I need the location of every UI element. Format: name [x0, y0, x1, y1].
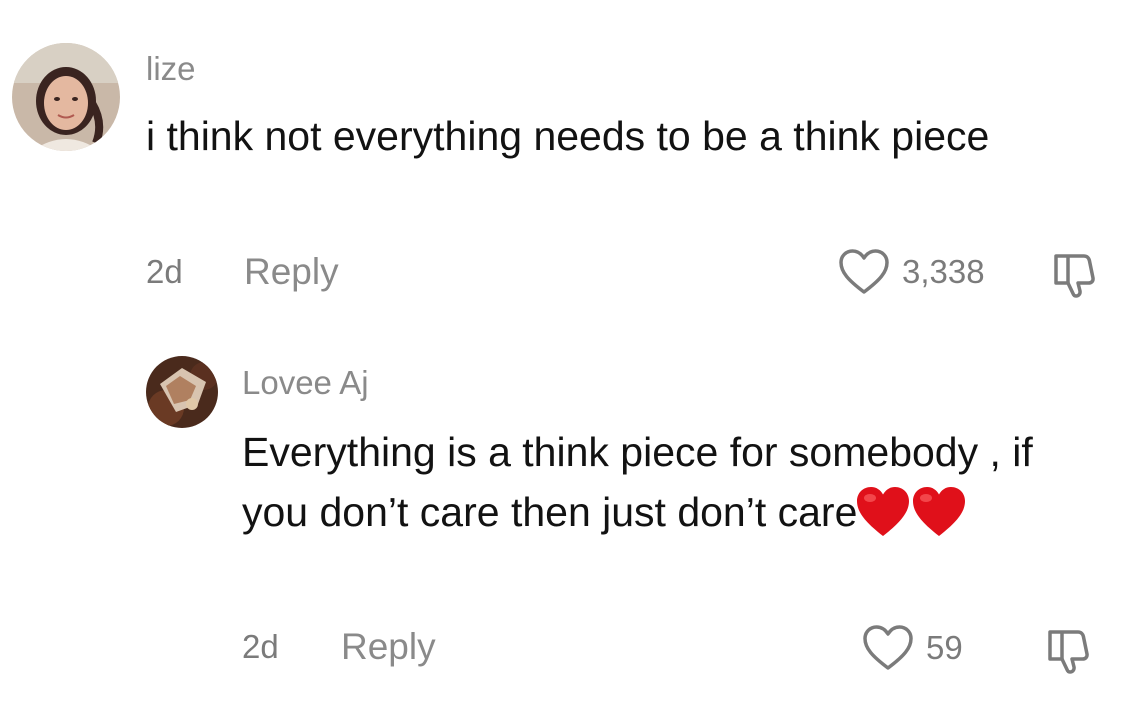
reply-text: Everything is a think piece for somebody…	[242, 422, 1102, 542]
red-heart-emoji-icon	[857, 487, 910, 536]
red-heart-emoji-icon	[913, 487, 966, 536]
heart-outline-icon	[839, 249, 889, 294]
reply-username[interactable]: Lovee Aj	[242, 364, 369, 402]
like-button[interactable]: 3,338	[838, 248, 985, 296]
avatar-image	[12, 43, 120, 151]
like-count: 59	[926, 629, 963, 666]
reply-timestamp: 2d	[242, 628, 279, 665]
heart-outline-icon	[863, 625, 913, 670]
comment-text: i think not everything needs to be a thi…	[146, 113, 990, 159]
reply-button[interactable]: Reply	[244, 251, 339, 293]
thumbs-down-outline-icon	[1054, 254, 1095, 298]
comment-username[interactable]: lize	[146, 50, 196, 88]
like-button[interactable]: 59	[862, 624, 963, 672]
dislike-button[interactable]	[1044, 624, 1096, 676]
like-count: 3,338	[902, 253, 985, 290]
avatar-lovee-aj[interactable]	[146, 356, 218, 428]
comment-timestamp: 2d	[146, 253, 183, 290]
avatar-image	[146, 356, 218, 428]
thumbs-down-outline-icon	[1048, 630, 1089, 674]
reply-button[interactable]: Reply	[341, 626, 436, 668]
dislike-button[interactable]	[1050, 248, 1102, 300]
avatar-lize[interactable]	[12, 43, 120, 151]
